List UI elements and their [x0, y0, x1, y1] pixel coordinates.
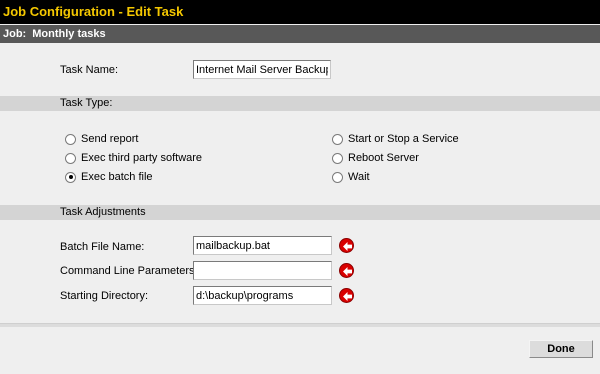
starting-directory-arrow-left-icon[interactable]: [339, 288, 354, 303]
done-button[interactable]: Done: [529, 340, 593, 358]
task-name-label: Task Name:: [60, 64, 119, 76]
radio-wait-circle[interactable]: [332, 171, 343, 183]
radio-send-report-circle[interactable]: [65, 133, 76, 145]
radio-exec-batch-file[interactable]: Exec batch file: [65, 171, 153, 183]
radio-exec-third-party-label: Exec third party software: [81, 152, 203, 164]
task-name-input[interactable]: [193, 60, 331, 79]
command-line-params-label: Command Line Parameters:: [60, 265, 198, 277]
radio-reboot-server[interactable]: Reboot Server: [332, 152, 419, 164]
radio-start-stop-service-label: Start or Stop a Service: [348, 133, 459, 145]
window-title: Job Configuration - Edit Task: [0, 0, 600, 24]
radio-start-stop-service[interactable]: Start or Stop a Service: [332, 133, 459, 145]
radio-reboot-server-circle[interactable]: [332, 152, 343, 164]
task-adjustments-header: Task Adjustments: [0, 205, 600, 220]
starting-directory-input[interactable]: [193, 286, 332, 305]
command-line-arrow-left-icon[interactable]: [339, 263, 354, 278]
radio-exec-third-party-circle[interactable]: [65, 152, 76, 164]
radio-exec-third-party[interactable]: Exec third party software: [65, 152, 202, 164]
job-header: Job: Monthly tasks: [0, 25, 600, 43]
radio-exec-batch-file-label: Exec batch file: [81, 171, 153, 183]
batch-file-arrow-left-icon[interactable]: [339, 238, 354, 253]
batch-file-name-label: Batch File Name:: [60, 241, 145, 253]
radio-reboot-server-label: Reboot Server: [348, 152, 419, 164]
job-prefix: Job:: [3, 28, 27, 40]
task-type-header: Task Type:: [0, 96, 600, 111]
radio-send-report-label: Send report: [81, 133, 139, 145]
radio-wait-label: Wait: [348, 171, 370, 183]
job-name: Monthly tasks: [32, 28, 106, 40]
footer-divider: [0, 323, 600, 327]
batch-file-name-input[interactable]: [193, 236, 332, 255]
radio-wait[interactable]: Wait: [332, 171, 370, 183]
radio-send-report[interactable]: Send report: [65, 133, 138, 145]
radio-start-stop-service-circle[interactable]: [332, 133, 343, 145]
radio-exec-batch-file-circle[interactable]: [65, 171, 76, 183]
command-line-params-input[interactable]: [193, 261, 332, 280]
starting-directory-label: Starting Directory:: [60, 290, 149, 302]
